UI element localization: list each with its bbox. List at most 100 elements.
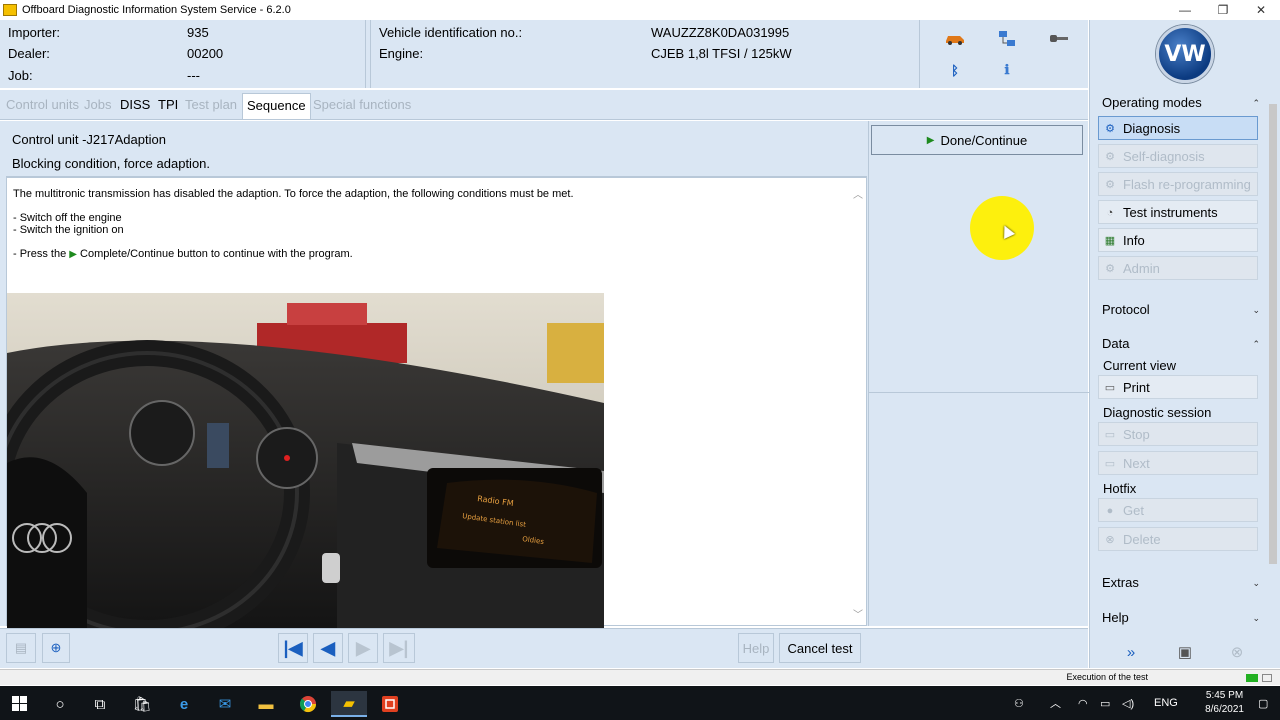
- battery-icon[interactable]: ▭: [1100, 686, 1110, 720]
- vin-value: WAUZZZ8K0DA031995: [651, 25, 790, 40]
- people-icon[interactable]: ⚇: [1014, 686, 1024, 720]
- job-value: ---: [187, 68, 200, 83]
- windows-start-icon[interactable]: [2, 691, 38, 717]
- zoom-button[interactable]: ⊕: [42, 633, 70, 663]
- hotfix-label: Hotfix: [1103, 481, 1137, 496]
- key-icon[interactable]: [1048, 30, 1070, 48]
- fast-forward-icon[interactable]: »: [1118, 640, 1144, 664]
- first-step-button[interactable]: |◀: [278, 633, 308, 663]
- tab-diss[interactable]: DISS: [116, 93, 154, 119]
- search-icon[interactable]: ○: [42, 691, 78, 717]
- instruction-line-2: - Switch off the engine: [13, 212, 122, 224]
- get-button[interactable]: ● Get: [1098, 498, 1258, 522]
- dashboard-photo: Radio FM Update station list Oldies: [7, 293, 604, 628]
- scroll-down-icon[interactable]: ﹀: [852, 606, 864, 621]
- mode-test-instruments-label: Test instruments: [1123, 205, 1218, 220]
- back-arrow-icon: ◀: [321, 637, 335, 658]
- window-title: Offboard Diagnostic Information System S…: [22, 4, 291, 16]
- taskbar-clock[interactable]: 5:45 PM 8/6/2021: [1205, 689, 1244, 717]
- cancel-circle-icon[interactable]: ⊗: [1224, 640, 1250, 664]
- help-header[interactable]: Help ⌄: [1094, 607, 1262, 629]
- recorder-icon[interactable]: [372, 691, 408, 717]
- dealer-label: Dealer:: [8, 46, 50, 61]
- tray-chevron-icon[interactable]: ︿: [1050, 686, 1061, 720]
- wifi-icon[interactable]: ◠: [1078, 686, 1088, 720]
- mode-info[interactable]: ▦ Info: [1098, 228, 1258, 252]
- play-icon: ▶: [69, 249, 77, 260]
- delete-button[interactable]: ⊗ Delete: [1098, 527, 1258, 551]
- print-label: Print: [1123, 380, 1150, 395]
- importer-label: Importer:: [8, 25, 61, 40]
- admin-icon: ⚙: [1105, 263, 1115, 275]
- mode-test-instruments[interactable]: ◔ Test instruments: [1098, 200, 1258, 224]
- clock-date: 8/6/2021: [1205, 704, 1244, 715]
- file-explorer-icon[interactable]: ▬: [248, 691, 284, 717]
- edge-icon[interactable]: e: [166, 691, 202, 717]
- status-bar: Execution of the test: [0, 669, 1280, 685]
- vehicle-header: Importer: 935 Dealer: 00200 Job: --- Veh…: [0, 20, 1088, 88]
- stop-icon: ▭: [1104, 429, 1116, 441]
- mode-admin[interactable]: ⚙ Admin: [1098, 256, 1258, 280]
- tab-tpi[interactable]: TPI: [154, 93, 182, 119]
- scrollbar-thumb[interactable]: [1269, 104, 1277, 564]
- main-tabs: Control units Jobs DISS TPI Test plan Se…: [0, 90, 1088, 120]
- engine-value: CJEB 1,8l TFSI / 125kW: [651, 46, 792, 61]
- chrome-icon[interactable]: [290, 691, 326, 717]
- tab-control-units[interactable]: Control units: [2, 93, 83, 119]
- store-icon[interactable]: 🛍: [124, 691, 160, 717]
- maximize-button[interactable]: ❐: [1204, 0, 1242, 20]
- minimize-button[interactable]: —: [1166, 0, 1204, 20]
- help-label: Help: [1102, 610, 1129, 625]
- scroll-up-icon[interactable]: ︿: [852, 186, 864, 201]
- protocol-header[interactable]: Protocol ⌄: [1094, 299, 1262, 321]
- done-continue-button[interactable]: ▶ Done/Continue: [871, 125, 1083, 155]
- tab-sequence[interactable]: Sequence: [242, 93, 311, 119]
- close-button[interactable]: ✕: [1242, 0, 1280, 20]
- connection-indicator-icon: [1246, 674, 1258, 682]
- mode-diagnosis[interactable]: ⚙ Diagnosis: [1098, 116, 1258, 140]
- tab-special-functions[interactable]: Special functions: [309, 93, 415, 119]
- network-icon[interactable]: [996, 30, 1018, 48]
- mail-icon[interactable]: ✉: [207, 691, 243, 717]
- tab-test-plan[interactable]: Test plan: [181, 93, 241, 119]
- mode-flash-reprogramming[interactable]: ⚙ Flash re-programming: [1098, 172, 1258, 196]
- connection-icons: ᛒ ℹ: [924, 20, 1088, 88]
- info-plug-icon[interactable]: ℹ: [996, 61, 1018, 79]
- collapse-doc-button[interactable]: ▤: [6, 633, 36, 663]
- extras-header[interactable]: Extras ⌄: [1094, 572, 1262, 594]
- sidebar-scrollbar[interactable]: [1268, 94, 1278, 630]
- importer-value: 935: [187, 25, 209, 40]
- task-view-icon[interactable]: ⧉: [82, 691, 118, 717]
- action-panel: ▶ Done/Continue: [868, 121, 1089, 626]
- operating-modes-header[interactable]: Operating modes ⌃: [1094, 92, 1262, 114]
- previous-step-button[interactable]: ◀: [313, 633, 343, 663]
- tab-jobs[interactable]: Jobs: [80, 93, 115, 119]
- help-button[interactable]: Help: [738, 633, 774, 663]
- car-icon[interactable]: [944, 30, 966, 48]
- play-icon: ▶: [926, 134, 935, 146]
- print-button[interactable]: ▭ Print: [1098, 375, 1258, 399]
- instruction-press-text: - Press the: [13, 248, 67, 260]
- mode-self-diagnosis[interactable]: ⚙ Self-diagnosis: [1098, 144, 1258, 168]
- bluetooth-icon[interactable]: ᛒ: [944, 61, 966, 79]
- stop-button[interactable]: ▭ Stop: [1098, 422, 1258, 446]
- next-button[interactable]: ▭ Next: [1098, 451, 1258, 475]
- next-label: Next: [1123, 456, 1150, 471]
- notifications-icon[interactable]: ▢: [1258, 686, 1268, 720]
- last-step-button[interactable]: ▶|: [383, 633, 415, 663]
- blocking-condition-text: Blocking condition, force adaption.: [12, 156, 211, 171]
- title-bar: Offboard Diagnostic Information System S…: [0, 0, 1280, 20]
- next-step-button[interactable]: ▶: [348, 633, 378, 663]
- self-diagnosis-icon: ⚙: [1105, 151, 1115, 163]
- volume-icon[interactable]: ◁): [1122, 686, 1134, 720]
- job-label: Job:: [8, 68, 33, 83]
- data-header[interactable]: Data ⌃: [1094, 333, 1262, 355]
- mode-flash-label: Flash re-programming: [1123, 177, 1251, 192]
- cancel-test-button[interactable]: Cancel test: [779, 633, 861, 663]
- diagnostic-session-label: Diagnostic session: [1103, 405, 1212, 420]
- language-indicator[interactable]: ENG: [1154, 686, 1178, 720]
- odis-taskbar-icon[interactable]: ▰: [331, 691, 367, 717]
- instructions-panel[interactable]: The multitronic transmission has disable…: [6, 177, 867, 628]
- mode-diagnosis-label: Diagnosis: [1123, 121, 1181, 136]
- screenshot-icon[interactable]: ▣: [1172, 640, 1198, 664]
